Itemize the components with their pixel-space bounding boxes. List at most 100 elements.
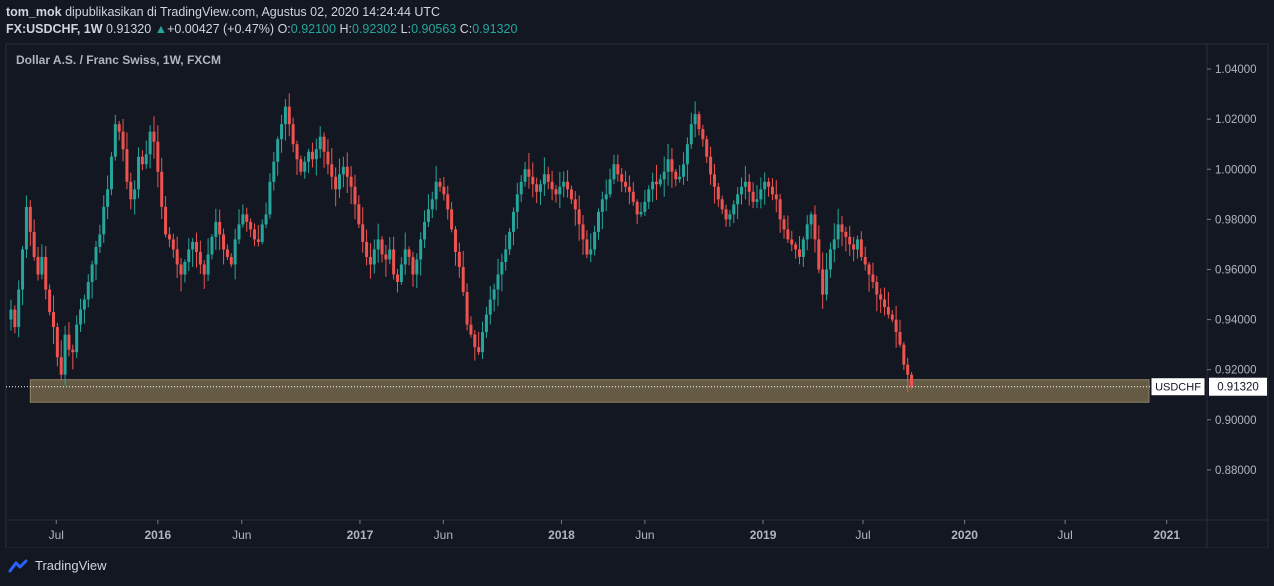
candle[interactable] [716,182,720,208]
candle[interactable] [434,165,438,211]
candle[interactable] [801,236,805,267]
candle[interactable] [566,170,570,198]
candle[interactable] [17,280,21,338]
candle[interactable] [469,316,473,338]
candle[interactable] [508,228,512,256]
candle[interactable] [430,191,434,219]
candle[interactable] [620,168,624,193]
candle[interactable] [682,152,686,185]
author-name[interactable]: tom_mok [6,5,62,19]
candle[interactable] [82,294,86,324]
candle[interactable] [825,252,829,301]
candle[interactable] [902,341,906,370]
candle[interactable] [9,299,13,331]
candle[interactable] [372,239,376,274]
candle[interactable] [778,193,782,233]
candle[interactable] [542,157,546,196]
candle[interactable] [71,344,75,370]
candle[interactable] [608,168,612,198]
candle[interactable] [616,154,620,182]
candle[interactable] [871,262,875,289]
candle[interactable] [299,155,303,176]
candle[interactable] [171,233,175,258]
candle[interactable] [198,240,202,275]
candle[interactable] [836,208,840,249]
candle[interactable] [890,310,894,323]
candle[interactable] [790,230,794,252]
candle[interactable] [612,154,616,185]
candle[interactable] [562,171,566,198]
candle[interactable] [280,114,284,153]
candle[interactable] [187,238,191,272]
candle[interactable] [658,174,662,187]
candle[interactable] [438,178,442,192]
candle[interactable] [461,250,465,297]
candle[interactable] [133,180,137,215]
candle[interactable] [639,202,643,217]
candle[interactable] [709,146,713,185]
candle[interactable] [357,195,361,229]
candle[interactable] [407,246,411,266]
candle[interactable] [307,148,311,174]
candle[interactable] [225,244,229,261]
candle[interactable] [121,118,125,162]
candle[interactable] [256,225,260,247]
candle[interactable] [450,201,454,233]
candle[interactable] [852,236,856,262]
candle[interactable] [751,182,755,209]
candle[interactable] [600,191,604,230]
candle[interactable] [380,236,384,263]
candle[interactable] [349,166,353,205]
candle[interactable] [747,173,751,206]
candle[interactable] [535,177,539,204]
candle[interactable] [179,257,183,292]
candle[interactable] [214,208,218,250]
candle[interactable] [743,165,747,200]
candle[interactable] [156,125,160,188]
candle[interactable] [797,236,801,265]
candle[interactable] [384,244,388,277]
candle[interactable] [365,229,369,266]
candle[interactable] [237,209,241,245]
candle[interactable] [21,245,25,306]
candle[interactable] [740,177,744,205]
candle[interactable] [59,340,63,381]
candle[interactable] [550,170,554,201]
candle[interactable] [693,101,697,138]
candle[interactable] [148,125,152,169]
candle[interactable] [457,242,461,278]
candle[interactable] [558,171,562,208]
candle[interactable] [376,223,380,263]
candle[interactable] [117,120,121,141]
candle[interactable] [654,164,658,200]
candle[interactable] [554,184,558,203]
candle[interactable] [511,207,515,246]
candle[interactable] [341,156,345,188]
candle[interactable] [191,238,195,267]
candle[interactable] [183,259,187,283]
candle[interactable] [515,182,519,229]
candle[interactable] [272,152,276,191]
candle[interactable] [500,253,504,292]
candle[interactable] [252,223,256,247]
candle[interactable] [125,132,129,190]
candle[interactable] [241,204,245,228]
candle[interactable] [786,215,790,243]
candle[interactable] [79,298,83,333]
candle[interactable] [310,142,314,168]
candle[interactable] [326,139,330,175]
candle[interactable] [295,140,299,175]
candle[interactable] [90,260,94,299]
candle[interactable] [137,147,141,199]
candle[interactable] [140,150,144,171]
candle[interactable] [523,161,527,187]
candle[interactable] [794,241,798,259]
candle[interactable] [426,194,430,228]
candle[interactable] [886,291,890,319]
candle[interactable] [875,275,879,312]
candle[interactable] [685,137,689,182]
candle[interactable] [249,218,253,238]
candle[interactable] [245,207,249,232]
candle[interactable] [569,185,573,204]
candle[interactable] [596,208,600,240]
